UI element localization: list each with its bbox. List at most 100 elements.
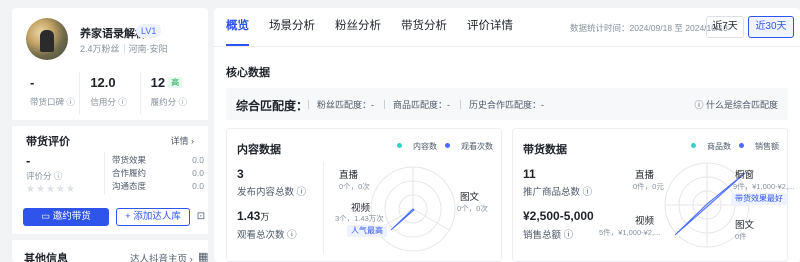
help-icon[interactable]: ⓘ [564, 230, 574, 241]
match-help-link[interactable]: ⓘ 什么是综合匹配度 [694, 98, 778, 111]
range-30-days-button[interactable]: 近30天 [748, 16, 794, 38]
evaluation-title: 带货评价 [26, 136, 70, 148]
metric-value: 1.43万 [237, 209, 270, 223]
main-panel: 概览 场景分析 粉丝分析 带货分析 评价详情 数据统计时间：2024/09/18… [214, 8, 800, 262]
help-icon: ⓘ [694, 100, 704, 110]
stat-label: 信用分 ⓘ [90, 97, 127, 107]
radar-label-window: 橱窗 [735, 170, 755, 181]
level-badge: LV1 [136, 24, 162, 38]
stat-credit: 12.0 信用分 ⓘ [79, 72, 139, 114]
grid-icon[interactable]: ▦ [198, 250, 208, 262]
legend-item: 观看次数 [445, 141, 493, 152]
radar-label-video: 视频 [351, 203, 371, 214]
divider [12, 234, 208, 240]
divider [214, 46, 800, 47]
radar-sub-video: 5件，¥1,000-¥2,... [599, 228, 661, 237]
radar-sub-live: 0个，0次 [339, 182, 370, 191]
radar-label-live: 直播 [635, 170, 655, 181]
help-icon[interactable]: ⓘ [287, 230, 297, 241]
legend-item: 销售额 [739, 141, 779, 152]
evaluation-score-label: 评价分 ⓘ [26, 171, 63, 181]
stat-value: 12 高 [151, 75, 200, 90]
invite-icon: ▭ [41, 211, 51, 222]
sales-data-card: 带货数据 商品数 销售额 11 推广商品总数 ⓘ ¥2,500-5,000 销售… [512, 128, 794, 262]
fans-count: 2.4万粉丝 [80, 44, 120, 54]
help-icon[interactable]: ⓘ [118, 97, 127, 107]
metric-value: ¥2,500-5,000 [523, 209, 594, 223]
stat-performance: 12 高 履约分 ⓘ [139, 72, 200, 114]
metric-value: 3 [237, 167, 244, 181]
card-title: 带货数据 [523, 144, 567, 156]
fan-match: 粉丝匹配度：- [308, 98, 374, 111]
radar-label-live: 直播 [339, 170, 359, 181]
card-title: 内容数据 [237, 144, 281, 156]
divider [12, 120, 208, 126]
divider [104, 152, 105, 194]
legend: 商品数 销售额 [683, 141, 779, 152]
tab-review-details[interactable]: 评价详情 [467, 18, 513, 46]
match-label: 综合匹配度： [236, 99, 309, 113]
evaluation-row: 带货效果 0.0 [112, 155, 204, 165]
radar-label-graphic: 图文 [735, 220, 755, 231]
divider [323, 161, 324, 253]
metric-value: 11 [523, 167, 536, 181]
profile-meta: 2.4万粉丝 河南·安阳 [80, 42, 168, 55]
evaluation-row: 合作履约 0.0 [112, 168, 204, 178]
product-match: 商品匹配度：- [384, 98, 450, 111]
stat-label: 履约分 ⓘ [150, 97, 188, 107]
help-icon[interactable]: ⓘ [297, 187, 307, 198]
metric-label: 发布内容总数 ⓘ [237, 187, 307, 198]
help-icon[interactable]: ⓘ [179, 97, 188, 107]
profile-panel: 养家语录解析 LV1 2.4万粉丝 河南·安阳 - 带货口碑 ⓘ 12.0 信用分… [12, 8, 208, 262]
chevron-right-icon: › [191, 136, 194, 146]
evaluation-details-link[interactable]: 详情 › [170, 134, 194, 147]
legend: 内容数 观看次数 [389, 141, 493, 152]
radar-label-graphic: 图文 [460, 192, 480, 203]
tab-sales-analysis[interactable]: 带货分析 [401, 18, 447, 46]
radar-sub-window: 9件，¥1,000-¥2,... [733, 182, 795, 191]
help-icon[interactable]: ⓘ [583, 187, 593, 198]
most-popular-tag: 人气最高 [347, 225, 387, 237]
core-data-title: 核心数据 [226, 67, 270, 79]
help-icon[interactable]: ⓘ [54, 171, 63, 181]
evaluation-score: - [26, 153, 31, 168]
star-rating: ★★★★★ [26, 184, 76, 195]
high-badge: 高 [168, 77, 183, 88]
stat-label: 带货口碑 ⓘ [30, 97, 75, 107]
match-items: 粉丝匹配度：- 商品匹配度：- 历史合作匹配度：- [308, 98, 554, 111]
date-range: 数据统计时间：2024/09/18 至 2024/10/18 [570, 23, 728, 33]
radar-label-video: 视频 [635, 216, 655, 227]
history-match: 历史合作匹配度：- [460, 98, 544, 111]
tab-scene-analysis[interactable]: 场景分析 [269, 18, 315, 46]
tab-overview[interactable]: 概览 [226, 18, 249, 46]
other-info-title: 其他信息 [24, 253, 68, 262]
help-icon[interactable]: ⓘ [66, 97, 75, 107]
range-7-days-button[interactable]: 近7天 [706, 16, 744, 38]
location: 河南·安阳 [123, 44, 168, 54]
radar-sub-graphic: 0个，0次 [457, 204, 488, 213]
metric-label: 推广商品总数 ⓘ [523, 187, 593, 198]
radar-sub-live: 0件，0元 [633, 182, 664, 191]
content-data-card: 内容数据 内容数 观看次数 3 发布内容总数 ⓘ 1.43万 观看总次数 ⓘ 直… [226, 128, 502, 262]
bookmark-icon[interactable]: ⊡ [194, 208, 208, 226]
invite-button[interactable]: ▭ 邀约带货 [23, 208, 109, 226]
douyin-homepage-link[interactable]: 达人抖音主页 › [130, 251, 193, 262]
match-bar: 综合匹配度： 粉丝匹配度：- 商品匹配度：- 历史合作匹配度：- ⓘ 什么是综合… [226, 88, 788, 120]
tab-fan-analysis[interactable]: 粉丝分析 [335, 18, 381, 46]
stat-value: - [30, 75, 35, 90]
metric-label: 观看总次数 ⓘ [237, 230, 297, 241]
avatar[interactable] [26, 18, 68, 60]
radar-sub-graphic: 0件 [735, 232, 747, 241]
stat-reputation: - 带货口碑 ⓘ [20, 72, 79, 114]
best-sales-tag: 带货效果最好 [731, 193, 787, 205]
evaluation-row: 沟通态度 0.0 [112, 181, 204, 191]
content-radar-chart [370, 166, 456, 252]
legend-item: 商品数 [691, 141, 731, 152]
evaluation-rows: 带货效果 0.0 合作履约 0.0 沟通态度 0.0 [112, 154, 204, 193]
add-to-library-button[interactable]: + 添加达人库 [116, 208, 190, 226]
profile-stats: - 带货口碑 ⓘ 12.0 信用分 ⓘ 12 高 履约分 ⓘ [20, 72, 200, 114]
legend-item: 内容数 [397, 141, 437, 152]
radar-sub-video: 3个，1.43万次 [335, 214, 384, 223]
metric-label: 销售总额 ⓘ [523, 230, 574, 241]
stat-value: 12.0 [90, 75, 116, 90]
